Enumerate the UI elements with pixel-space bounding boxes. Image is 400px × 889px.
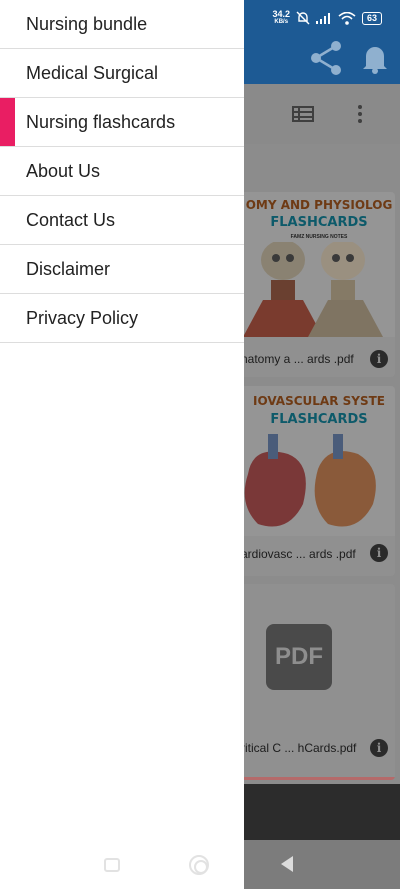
drawer-item-nursing-bundle[interactable]: Nursing bundle xyxy=(0,0,244,49)
drawer-item-label: Contact Us xyxy=(26,209,116,230)
file-name: ardiovasc ... ards .pdf xyxy=(241,547,356,561)
navigation-drawer: Nursing bundle Medical Surgical Nursing … xyxy=(0,0,244,889)
drawer-item-nursing-flashcards[interactable]: Nursing flashcards xyxy=(0,98,244,147)
thumbnail-subtitle: FLASHCARDS xyxy=(270,412,368,427)
drawer-item-disclaimer[interactable]: Disclaimer xyxy=(0,245,244,294)
active-indicator xyxy=(0,98,15,146)
drawer-item-label: Nursing bundle xyxy=(26,13,148,34)
drawer-item-label: About Us xyxy=(26,160,101,181)
thumbnail-title: IOVASCULAR SYSTE xyxy=(252,394,385,408)
wifi-icon xyxy=(338,11,356,25)
drawer-item-privacy-policy[interactable]: Privacy Policy xyxy=(0,294,244,343)
file-name: natomy a ... ards .pdf xyxy=(241,352,354,366)
drawer-item-contact-us[interactable]: Contact Us xyxy=(0,196,244,245)
back-icon[interactable] xyxy=(280,855,294,873)
recent-apps-icon[interactable] xyxy=(104,858,120,872)
network-speed: 34.2 KB/s xyxy=(272,10,290,26)
more-vert-icon[interactable] xyxy=(355,104,365,124)
heart-illustration-image xyxy=(244,434,376,527)
status-bar: 34.2 KB/s 63 xyxy=(272,10,382,26)
file-card[interactable]: IOVASCULAR SYSTE FLASHCARDS ardiovasc ..… xyxy=(233,386,395,576)
drawer-item-label: Disclaimer xyxy=(26,258,111,279)
mute-bell-icon xyxy=(296,11,310,25)
thumbnail-caption: FAMZ NURSING NOTES xyxy=(290,234,348,240)
info-icon[interactable]: i xyxy=(370,350,388,368)
anatomy-skeleton-image xyxy=(243,242,383,337)
thumbnail-subtitle: FLASHCARDS xyxy=(270,215,368,230)
network-speed-value: 34.2 xyxy=(272,9,290,19)
share-icon[interactable] xyxy=(308,40,344,76)
drawer-menu: Nursing bundle Medical Surgical Nursing … xyxy=(0,0,244,343)
drawer-item-label: Medical Surgical xyxy=(26,62,159,83)
drawer-item-medical-surgical[interactable]: Medical Surgical xyxy=(0,49,244,98)
battery-icon: 63 xyxy=(361,11,382,25)
divider xyxy=(233,777,395,780)
info-icon[interactable]: i xyxy=(370,739,388,757)
file-thumbnail: OMY AND PHYSIOLOG FLASHCARDS FAMZ NURSIN… xyxy=(233,192,395,337)
file-thumbnail: IOVASCULAR SYSTE FLASHCARDS xyxy=(233,386,395,536)
file-card[interactable]: OMY AND PHYSIOLOG FLASHCARDS FAMZ NURSIN… xyxy=(233,192,395,377)
drawer-item-about-us[interactable]: About Us xyxy=(0,147,244,196)
info-icon[interactable]: i xyxy=(370,544,388,562)
drawer-item-label: Nursing flashcards xyxy=(26,111,176,132)
home-icon[interactable] xyxy=(189,855,209,875)
drawer-item-label: Privacy Policy xyxy=(26,307,139,328)
file-card[interactable]: PDF ritical C ... hCards.pdf i xyxy=(233,584,395,780)
bell-icon[interactable] xyxy=(360,42,390,74)
thumbnail-title: OMY AND PHYSIOLOG xyxy=(245,198,393,212)
signal-icon xyxy=(315,13,330,24)
list-view-icon[interactable] xyxy=(292,106,314,122)
network-speed-unit: KB/s xyxy=(274,19,289,25)
file-name: ritical C ... hCards.pdf xyxy=(241,741,357,755)
pdf-file-icon: PDF xyxy=(266,624,332,690)
